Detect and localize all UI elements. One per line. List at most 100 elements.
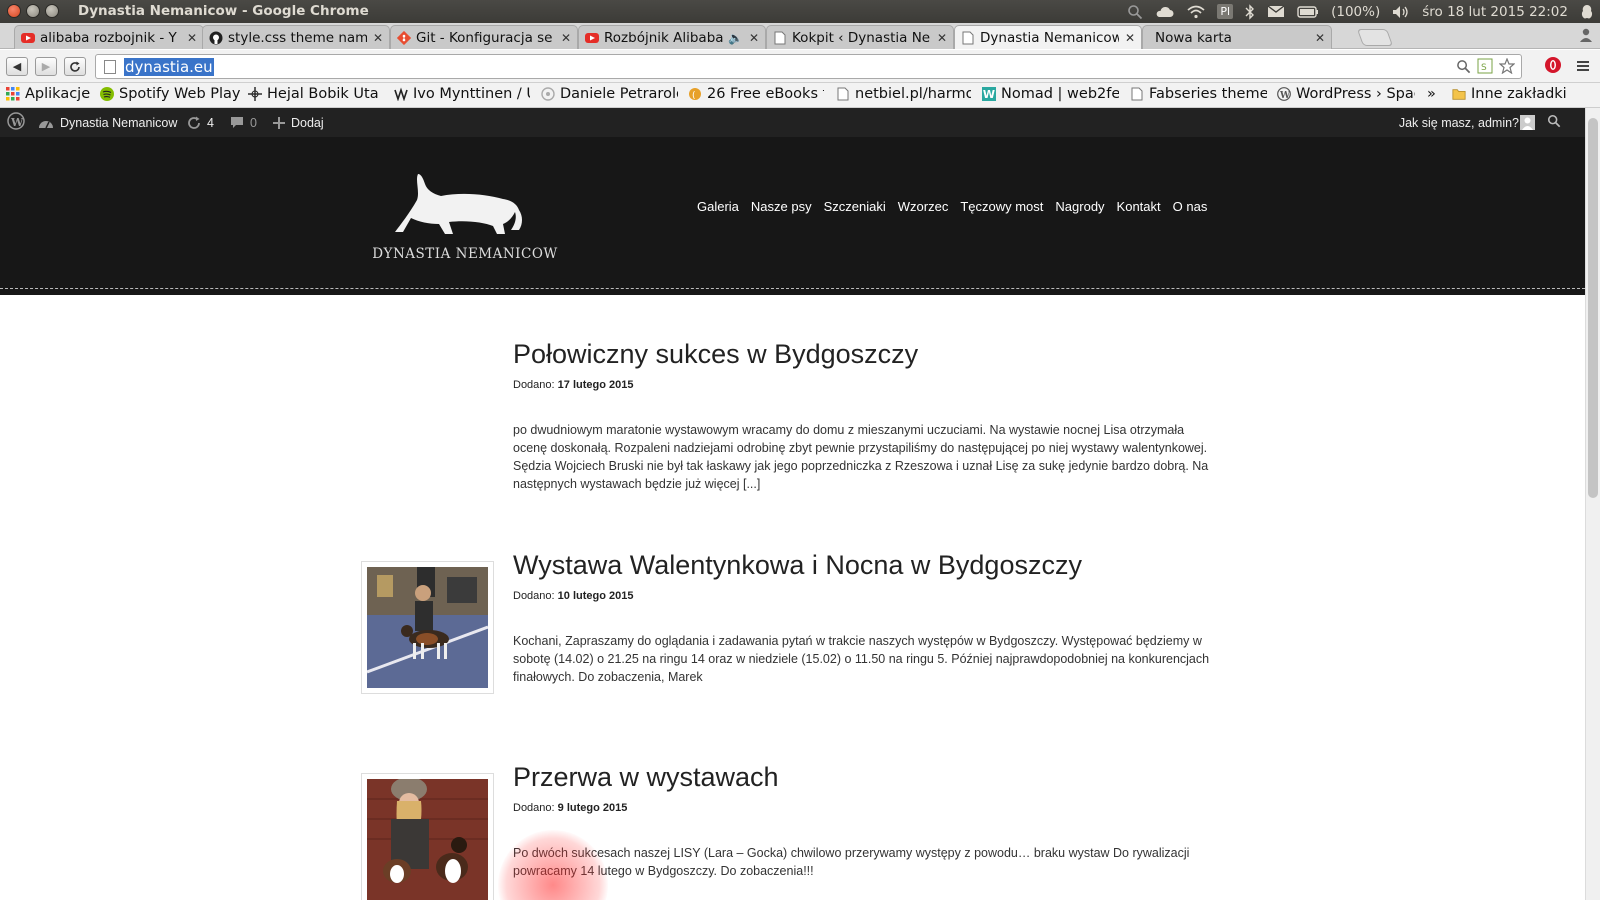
youtube-icon: [21, 31, 35, 45]
wp-add-new-link[interactable]: Dodaj: [273, 108, 324, 137]
post-date: 9 lutego 2015: [557, 802, 628, 814]
post-thumbnail[interactable]: [361, 773, 494, 900]
wp-updates-link[interactable]: 4: [187, 108, 214, 137]
nav-item-nasze-psy[interactable]: Nasze psy: [751, 199, 812, 214]
bookmark-daniele[interactable]: Daniele Petrarolo: [541, 86, 678, 102]
nav-item-kontakt[interactable]: Kontakt: [1117, 199, 1161, 214]
bookmarks-overflow-button[interactable]: »: [1427, 86, 1443, 102]
daniele-icon: [541, 87, 555, 101]
new-tab-button[interactable]: [1356, 29, 1394, 46]
post: Wystawa Walentynkowa i Nocna w Bydgoszcz…: [513, 550, 1213, 686]
url-text[interactable]: dynastia.eu: [124, 57, 214, 76]
wifi-icon[interactable]: [1187, 3, 1205, 21]
close-icon[interactable]: ✕: [1125, 31, 1135, 45]
tab-dynastia-active[interactable]: Dynastia Nemanicow ✕: [954, 25, 1142, 49]
post-excerpt: Kochani, Zapraszamy do oglądania i zadaw…: [513, 634, 1210, 684]
bookmark-netbiel[interactable]: netbiel.pl/harmo: [836, 86, 971, 102]
svg-text:S: S: [1481, 63, 1487, 73]
page-icon: [104, 59, 116, 74]
page-icon: [836, 87, 850, 101]
post-title[interactable]: Wystawa Walentynkowa i Nocna w Bydgoszcz…: [513, 550, 1213, 581]
bookmark-aplikacje[interactable]: Aplikacje: [6, 86, 94, 102]
nav-item-teczowy-most[interactable]: Tęczowy most: [960, 199, 1043, 214]
back-button[interactable]: ◀: [6, 57, 28, 76]
post-title[interactable]: Przerwa w wystawach: [513, 762, 1213, 793]
wordpress-logo-button[interactable]: W: [7, 108, 25, 137]
tab-alibaba-youtube[interactable]: alibaba rozbojnik - Y ✕: [14, 25, 204, 49]
tab-strip: alibaba rozbojnik - Y ✕ style.css theme …: [0, 23, 1600, 49]
tab-kokpit[interactable]: Kokpit ‹ Dynastia Ne ✕: [766, 25, 954, 49]
apps-icon: [6, 87, 20, 101]
avatar[interactable]: [1520, 108, 1535, 137]
keyboard-layout-indicator[interactable]: Pl: [1217, 4, 1234, 19]
nav-item-szczeniaki[interactable]: Szczeniaki: [824, 199, 886, 214]
search-icon[interactable]: [1127, 3, 1143, 21]
post-thumbnail[interactable]: [361, 561, 494, 694]
cloud-sync-icon[interactable]: [1155, 3, 1175, 21]
site-logo[interactable]: DYNASTIA NEMANICOW: [365, 172, 565, 262]
bookmark-other-folder[interactable]: Inne zakładki: [1452, 86, 1597, 102]
nav-item-wzorzec[interactable]: Wzorzec: [898, 199, 949, 214]
window-close-button[interactable]: [7, 4, 21, 18]
tab-rozbojnik-alibaba[interactable]: Rozbójnik Alibaba 🔈 ✕: [578, 25, 766, 49]
power-icon[interactable]: [1580, 3, 1594, 21]
bookmark-ebooks[interactable]: ( 26 Free eBooks fo: [688, 86, 824, 102]
volume-icon[interactable]: [1392, 3, 1410, 21]
bookmark-fabseries[interactable]: Fabseries themes: [1130, 86, 1267, 102]
address-bar[interactable]: dynastia.eu S: [95, 54, 1522, 79]
browser-toolbar: ◀ ▶ dynastia.eu S: [0, 50, 1600, 83]
wp-comments-link[interactable]: 0: [230, 108, 257, 137]
bluetooth-icon[interactable]: [1245, 3, 1255, 21]
bookmark-spotify[interactable]: Spotify Web Playe: [100, 86, 240, 102]
clock[interactable]: śro 18 lut 2015 22:02: [1422, 4, 1568, 20]
close-icon[interactable]: ✕: [373, 31, 383, 45]
tab-nowa-karta[interactable]: Nowa karta ✕: [1142, 25, 1332, 49]
github-icon: [209, 31, 223, 45]
svg-text:W: W: [10, 116, 24, 129]
plus-icon: [273, 116, 285, 129]
bookmark-ivo[interactable]: Ivo Mynttinen / U: [394, 86, 530, 102]
window-minimize-button[interactable]: [26, 4, 40, 18]
tab-git-config[interactable]: Git - Konfiguracja se ✕: [390, 25, 578, 49]
close-icon[interactable]: ✕: [937, 31, 947, 45]
w-icon: W: [982, 87, 996, 101]
post-title[interactable]: Połowiczny sukces w Bydgoszczy: [513, 339, 1213, 370]
bookmark-nomad[interactable]: W Nomad | web2fee: [982, 86, 1119, 102]
close-icon[interactable]: ✕: [1315, 31, 1325, 45]
bookmark-hejal[interactable]: Hejal Bobik Uta H: [248, 86, 384, 102]
search-icon[interactable]: [1456, 59, 1471, 78]
scrollbar-thumb[interactable]: [1588, 118, 1598, 498]
mail-icon[interactable]: [1267, 3, 1285, 21]
ebooks-icon: (: [688, 87, 702, 101]
wp-admin-bar: W Dynastia Nemanicow 4 0 Dodaj Jak się m…: [0, 108, 1585, 137]
nav-item-nagrody[interactable]: Nagrody: [1055, 199, 1104, 214]
window-maximize-button[interactable]: [45, 4, 59, 18]
tab-style-css[interactable]: style.css theme nam ✕: [202, 25, 390, 49]
profile-icon[interactable]: [1578, 27, 1594, 43]
wp-site-name-link[interactable]: Dynastia Nemanicow: [38, 108, 177, 137]
page-scrollbar[interactable]: [1585, 108, 1600, 900]
wp-account-greeting[interactable]: Jak się masz, admin?: [1399, 108, 1519, 137]
page-icon: [773, 31, 787, 45]
forward-button[interactable]: ▶: [35, 57, 57, 76]
bookmark-wordpress[interactable]: W WordPress › Spac: [1277, 86, 1415, 102]
nav-item-o-nas[interactable]: O nas: [1173, 199, 1208, 214]
svg-text:(: (: [692, 91, 696, 101]
opera-extension-icon[interactable]: [1544, 56, 1562, 78]
dog-logo-icon: [395, 174, 522, 234]
close-icon[interactable]: ✕: [561, 31, 571, 45]
close-icon[interactable]: ✕: [187, 31, 197, 45]
translate-icon[interactable]: S: [1477, 58, 1493, 78]
reload-button[interactable]: [64, 57, 86, 76]
woman-with-dogs-photo: [367, 779, 488, 900]
menu-icon[interactable]: [1576, 58, 1590, 77]
main-content: Połowiczny sukces w Bydgoszczy Dodano: 1…: [0, 295, 1585, 900]
site-header: DYNASTIA NEMANICOW Galeria Nasze psy Szc…: [0, 137, 1585, 295]
wp-search-button[interactable]: [1547, 108, 1561, 137]
page-icon: [1130, 87, 1144, 101]
battery-icon[interactable]: [1297, 3, 1319, 21]
nav-item-galeria[interactable]: Galeria: [697, 199, 739, 214]
close-icon[interactable]: ✕: [749, 31, 759, 45]
os-title-bar: Dynastia Nemanicow - Google Chrome Pl (1…: [0, 0, 1600, 23]
bookmark-star-icon[interactable]: [1498, 57, 1516, 78]
